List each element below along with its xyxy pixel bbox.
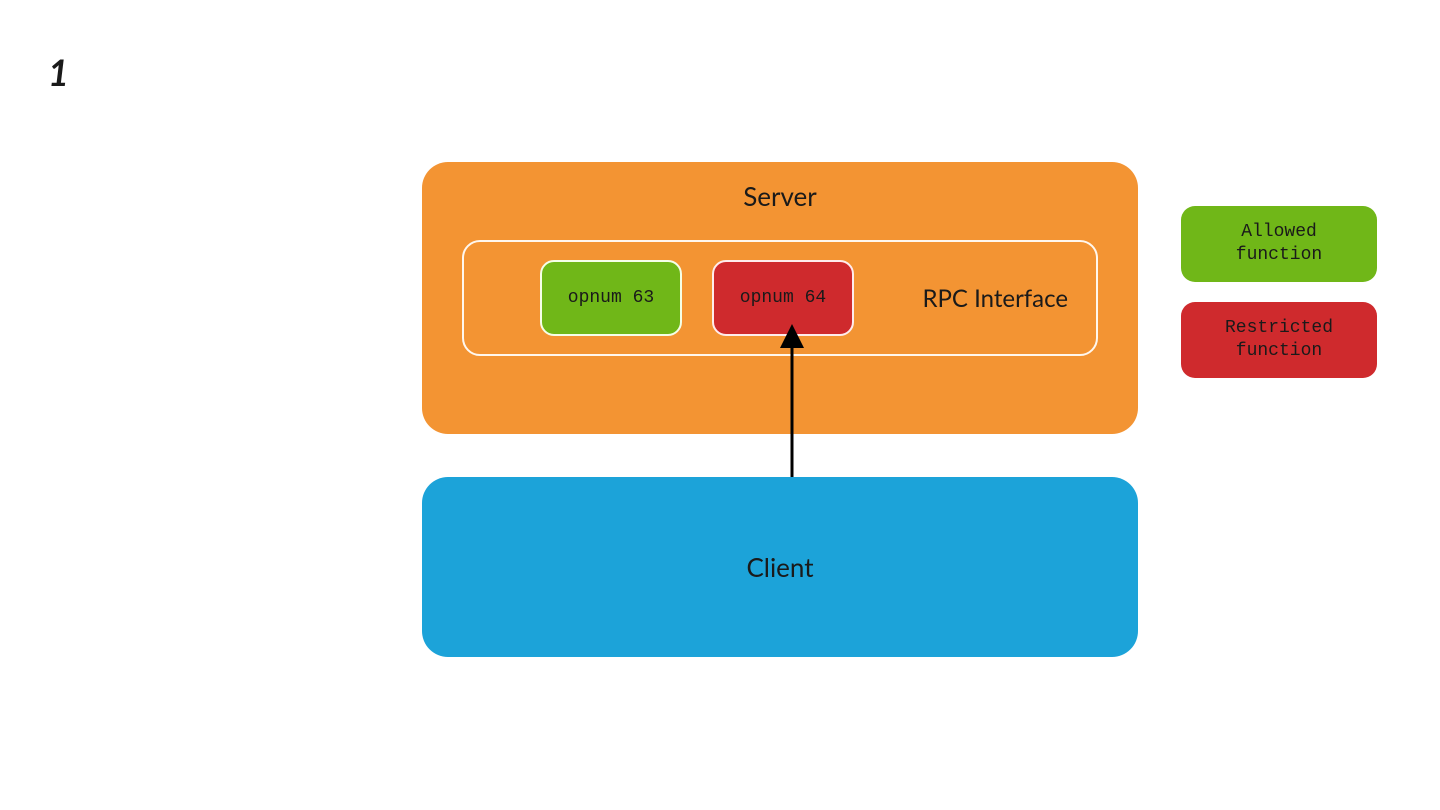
rpc-interface-label: RPC Interface — [922, 284, 1068, 313]
server-title: Server — [422, 180, 1138, 212]
legend-allowed-line1: Allowed — [1241, 221, 1317, 244]
page-number: 1 — [48, 50, 69, 94]
opnum-restricted-box: opnum 64 — [712, 260, 854, 336]
legend-restricted-line2: function — [1236, 340, 1322, 363]
legend-restricted-line1: Restricted — [1225, 317, 1333, 340]
legend-allowed: Allowed function — [1181, 206, 1377, 282]
client-container: Client — [422, 477, 1138, 657]
client-title: Client — [746, 551, 813, 583]
arrow-icon — [772, 328, 812, 488]
opnum-allowed-box: opnum 63 — [540, 260, 682, 336]
legend-allowed-line2: function — [1236, 244, 1322, 267]
legend-restricted: Restricted function — [1181, 302, 1377, 378]
